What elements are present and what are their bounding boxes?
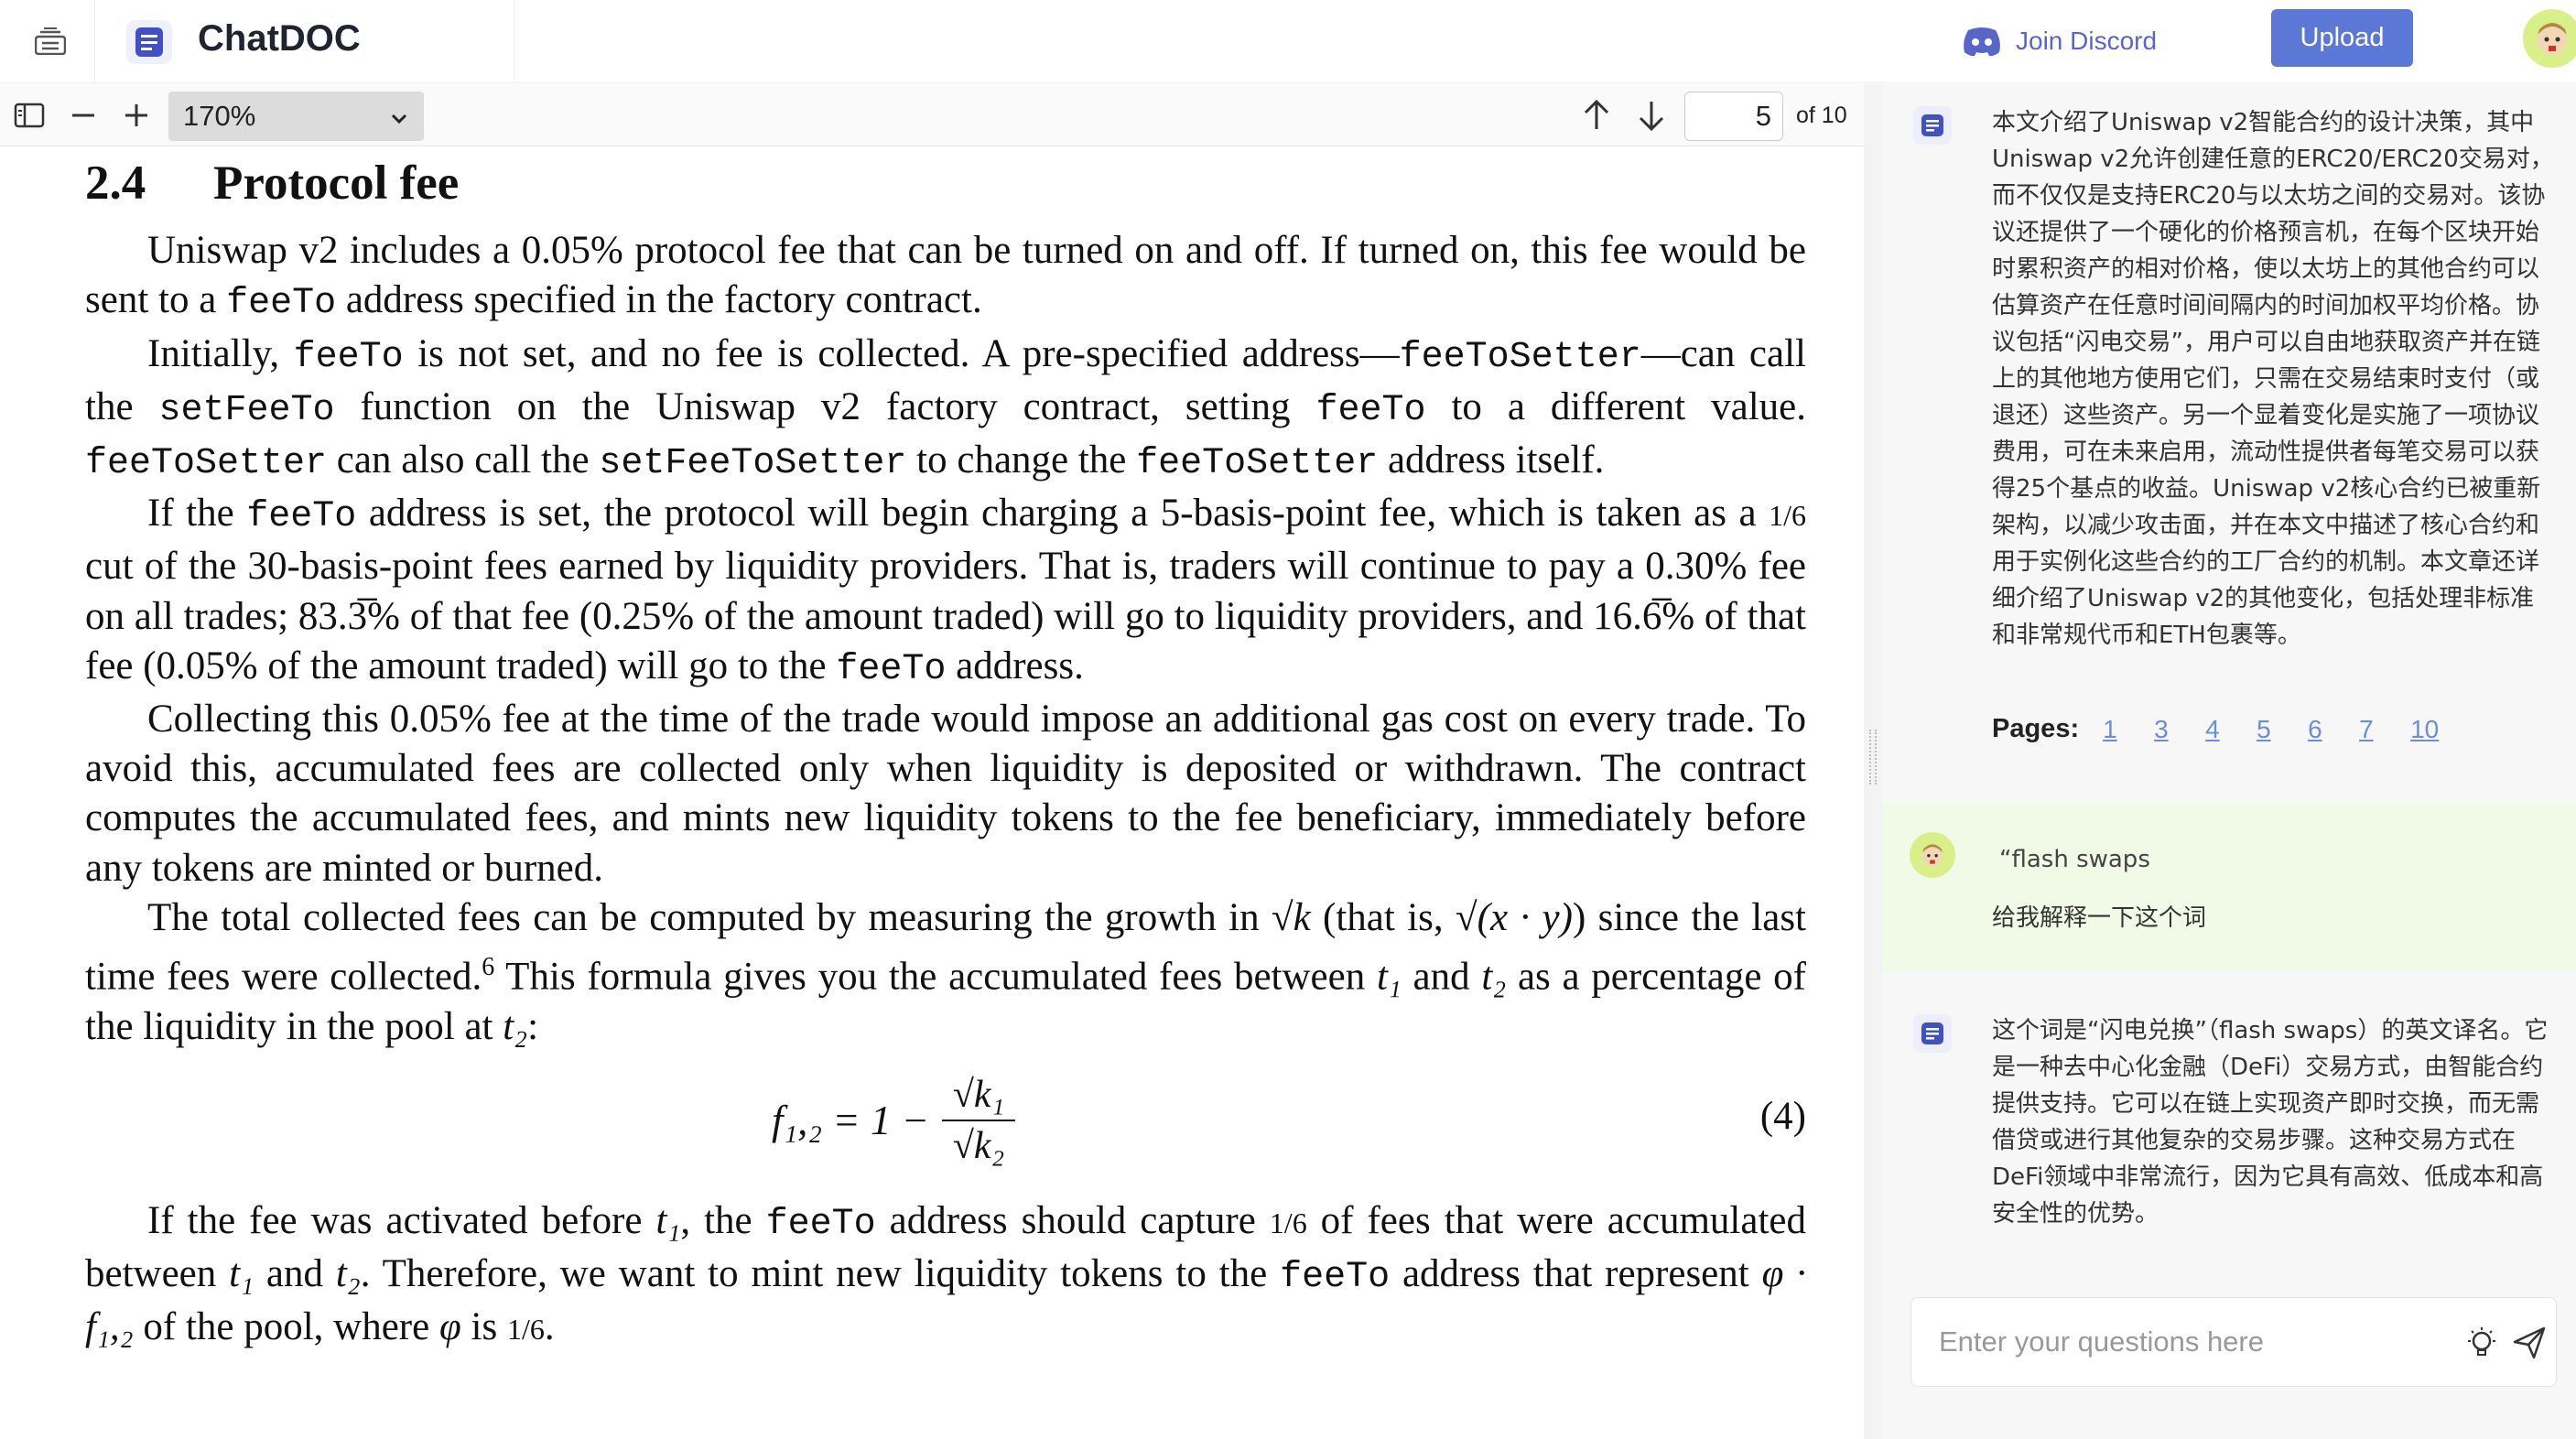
chatdoc-logo-icon[interactable] bbox=[126, 20, 172, 64]
page-link-7[interactable]: 7 bbox=[2359, 715, 2410, 744]
assistant-avatar-icon bbox=[1913, 1014, 1952, 1053]
zoom-in-icon[interactable] bbox=[118, 97, 155, 134]
paragraph-1: Uniswap v2 includes a 0.05% protocol fee… bbox=[85, 229, 1806, 325]
assistant-avatar-icon bbox=[1913, 106, 1952, 145]
equation-numerator: √k₁ bbox=[952, 1073, 1005, 1116]
paragraph-2: Initially, feeTo is not set, and no fee … bbox=[85, 331, 1806, 485]
paragraph-4: Collecting this 0.05% fee at the time of… bbox=[85, 698, 1806, 890]
page-link-5[interactable]: 5 bbox=[2257, 715, 2308, 744]
page-link-1[interactable]: 1 bbox=[2103, 715, 2154, 744]
top-bar: ChatDOC Join Discord Upload bbox=[0, 0, 2576, 83]
source-pages: Pages: 1 3 4 5 6 7 10 bbox=[1992, 714, 2462, 744]
equation-lhs: f₁,₂ = 1 − bbox=[772, 1097, 930, 1143]
section-title: Protocol fee bbox=[213, 157, 460, 210]
next-page-icon[interactable] bbox=[1633, 97, 1670, 134]
send-icon[interactable] bbox=[2512, 1325, 2547, 1364]
user-avatar[interactable] bbox=[2523, 9, 2576, 68]
pages-label: Pages: bbox=[1992, 714, 2080, 743]
page-link-4[interactable]: 4 bbox=[2205, 715, 2257, 744]
upload-button[interactable]: Upload bbox=[2271, 9, 2413, 67]
pdf-toolbar: 170% 5 of 10 bbox=[0, 84, 1864, 146]
paragraph-6: If the fee was activated before t₁, the … bbox=[85, 1198, 1806, 1349]
discord-label: Join Discord bbox=[2016, 27, 2158, 55]
app-title: ChatDOC bbox=[198, 18, 361, 59]
section-heading: 2.4 Protocol fee bbox=[85, 158, 1806, 208]
page-link-6[interactable]: 6 bbox=[2308, 715, 2359, 744]
chevron-down-icon bbox=[389, 103, 409, 135]
user-avatar-icon bbox=[1910, 832, 1955, 878]
pdf-viewer[interactable]: 2.4 Protocol fee Uniswap v2 includes a 0.… bbox=[0, 147, 1864, 1439]
page-link-3[interactable]: 3 bbox=[2154, 715, 2205, 744]
zoom-value: 170% bbox=[183, 100, 256, 132]
history-icon[interactable] bbox=[27, 20, 73, 62]
paragraph-3: If the feeTo address is set, the protoco… bbox=[85, 492, 1807, 690]
user-message: “flash swaps 给我解释一下这个词 bbox=[1882, 803, 2576, 972]
answer-text: 这个词是“闪电兑换”（flash swaps）的英文译名。它是一种去中心化金融（… bbox=[1992, 1017, 2549, 1228]
question-input[interactable] bbox=[1939, 1322, 2452, 1362]
question-input-box bbox=[1910, 1297, 2557, 1387]
panel-resize-handle[interactable] bbox=[1864, 84, 1882, 1439]
page-total: of 10 bbox=[1796, 103, 1847, 128]
pdf-page: 2.4 Protocol fee Uniswap v2 includes a 0.… bbox=[85, 147, 1806, 1354]
page-number-input[interactable]: 5 bbox=[1684, 92, 1783, 141]
paragraph-5: The total collected fees can be computed… bbox=[85, 895, 1807, 1048]
zoom-select[interactable]: 170% bbox=[168, 92, 424, 141]
drag-grip-icon bbox=[1869, 730, 1877, 784]
equation-fraction: √k₁ √k₂ bbox=[942, 1072, 1016, 1169]
equation-number: (4) bbox=[1759, 1094, 1806, 1138]
zoom-out-icon[interactable] bbox=[65, 97, 102, 134]
summary-text: 本文介绍了Uniswap v2智能合约的设计决策，其中Uniswap v2允许创… bbox=[1992, 109, 2554, 649]
user-quote: “flash swaps bbox=[1999, 846, 2150, 873]
section-number: 2.4 bbox=[85, 157, 146, 210]
equation-denominator: √k₂ bbox=[952, 1124, 1005, 1167]
equation-4: f₁,₂ = 1 − √k₁ √k₂ (4) bbox=[85, 1063, 1806, 1180]
join-discord-link[interactable]: Join Discord bbox=[1961, 20, 2157, 62]
discord-icon bbox=[1964, 27, 2000, 57]
chat-panel: 本文介绍了Uniswap v2智能合约的设计决策，其中Uniswap v2允许创… bbox=[1882, 84, 2576, 1439]
lightbulb-icon[interactable] bbox=[2464, 1325, 2499, 1364]
assistant-summary-message: 本文介绍了Uniswap v2智能合约的设计决策，其中Uniswap v2允许创… bbox=[1882, 84, 2576, 803]
user-question: 给我解释一下这个词 bbox=[1992, 904, 2207, 932]
page-link-10[interactable]: 10 bbox=[2410, 715, 2462, 744]
previous-page-icon[interactable] bbox=[1578, 97, 1615, 134]
sidebar-toggle-icon[interactable] bbox=[11, 97, 48, 134]
assistant-answer-message: 这个词是“闪电兑换”（flash swaps）的英文译名。它是一种去中心化金融（… bbox=[1882, 972, 2576, 1247]
divider bbox=[94, 0, 95, 83]
